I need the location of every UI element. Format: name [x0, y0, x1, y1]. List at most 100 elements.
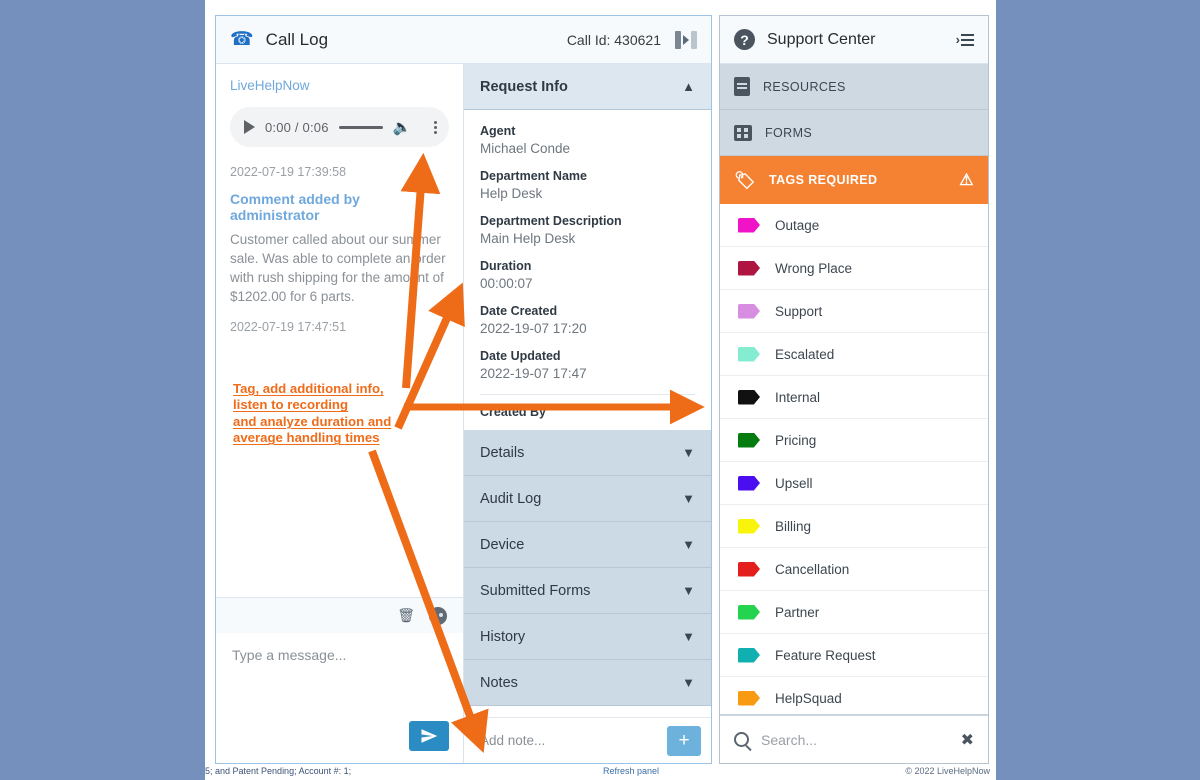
tag-color-swatch: [738, 475, 760, 491]
accordion-header-request-info[interactable]: Request Info ▲: [464, 64, 711, 110]
accordion-header-history[interactable]: History ▼: [464, 614, 711, 660]
list-item[interactable]: Cancellation: [720, 548, 988, 591]
list-item[interactable]: Upsell: [720, 462, 988, 505]
footer-account-text: 5; and Patent Pending; Account #: 1;: [205, 766, 352, 776]
question-mark-icon: ?: [734, 29, 755, 50]
tag-list: Outage Wrong Place Support Escalated Int…: [720, 204, 988, 715]
sidebar-item-tags-required[interactable]: 🏷 TAGS REQUIRED ⚠: [720, 156, 988, 204]
panel-toggle-icon[interactable]: [675, 30, 697, 49]
support-center-title: Support Center: [767, 30, 876, 48]
field-department-name: Department Name Help Desk: [480, 169, 695, 201]
accordion-header-device[interactable]: Device ▼: [464, 522, 711, 568]
tag-label: Feature Request: [775, 647, 876, 663]
field-value: 2022-19-07 17:20: [480, 321, 587, 336]
accordion-header-notes[interactable]: Notes ▼: [464, 660, 711, 706]
forms-grid-icon: [734, 124, 752, 141]
audio-time: 0:00 / 0:06: [265, 119, 329, 135]
field-duration: Duration 00:00:07: [480, 259, 695, 291]
tag-label: Escalated: [775, 346, 835, 362]
list-item[interactable]: Outage: [720, 204, 988, 247]
call-id-label: Call Id: 430621: [566, 31, 661, 48]
accordion-label-history: History: [480, 628, 526, 645]
list-item[interactable]: Feature Request: [720, 634, 988, 677]
tag-color-swatch: [738, 647, 760, 663]
field-date-created: Date Created 2022-19-07 17:20: [480, 304, 695, 336]
emoji-icon[interactable]: [429, 606, 447, 625]
footer: 5; and Patent Pending; Account #: 1; Ref…: [205, 765, 996, 780]
field-label: Date Created: [480, 304, 558, 318]
list-item[interactable]: Internal: [720, 376, 988, 419]
accordion-header-submitted-forms[interactable]: Submitted Forms ▼: [464, 568, 711, 614]
search-icon: [734, 732, 749, 747]
play-icon[interactable]: [244, 120, 255, 134]
volume-icon[interactable]: 🔈: [393, 120, 412, 135]
call-log-panel: ☎ Call Log Call Id: 430621 LiveHelpNow 0…: [215, 15, 712, 764]
document-icon: [734, 77, 750, 96]
accordion-label-device: Device: [480, 536, 525, 553]
audio-progress-track[interactable]: [338, 125, 383, 129]
tag-label: Pricing: [775, 432, 817, 448]
more-vertical-icon[interactable]: [434, 120, 437, 134]
tag-search-bar: ✖: [720, 715, 988, 763]
search-input[interactable]: [761, 731, 949, 748]
field-label: Department Description: [480, 214, 622, 228]
accordion-header-audit-log[interactable]: Audit Log ▼: [464, 476, 711, 522]
message-composer: [216, 633, 463, 763]
chevron-down-icon: ▼: [682, 537, 695, 552]
field-label: Date Updated: [480, 349, 561, 363]
sidebar-item-label-forms: FORMS: [765, 125, 813, 140]
entry-timestamp: 2022-07-19 17:39:58: [230, 165, 347, 179]
divider: [480, 394, 695, 395]
send-button[interactable]: [409, 721, 449, 751]
list-item[interactable]: Partner: [720, 591, 988, 634]
chevron-down-icon: ▼: [682, 675, 695, 690]
tag-color-swatch: [738, 303, 760, 319]
tag-label: Support: [775, 303, 823, 319]
tag-label: Upsell: [775, 475, 813, 491]
close-icon[interactable]: ✖: [961, 730, 974, 750]
chevron-down-icon: ▼: [682, 445, 695, 460]
accordion-header-details[interactable]: Details ▼: [464, 430, 711, 476]
tag-label: Partner: [775, 604, 820, 620]
field-value: 00:00:07: [480, 276, 533, 291]
list-item[interactable]: Wrong Place: [720, 247, 988, 290]
footer-copyright: © 2022 LiveHelpNow: [905, 766, 990, 776]
tag-color-swatch: [738, 346, 760, 362]
field-value: 2022-19-07 17:47: [480, 366, 587, 381]
panel-toggle-bar-left: [675, 30, 681, 49]
field-label: Agent: [480, 124, 516, 138]
refresh-panel-link[interactable]: Refresh panel: [603, 766, 659, 776]
add-note-input[interactable]: [480, 733, 667, 748]
call-log-title: Call Log: [265, 29, 329, 49]
panel-toggle-arrow: [683, 34, 689, 45]
audio-player[interactable]: 0:00 / 0:06 🔈: [230, 107, 449, 147]
tag-color-swatch: [738, 432, 760, 448]
send-icon: [421, 729, 438, 743]
accordion-column: Request Info ▲ Agent Michael Conde Depar…: [464, 64, 711, 763]
entry-body: Customer called about our summer sale. W…: [230, 232, 446, 304]
chevron-up-icon: ▲: [682, 79, 695, 94]
list-item[interactable]: HelpSquad: [720, 677, 988, 714]
add-note-button[interactable]: +: [667, 725, 701, 756]
field-label: Department Name: [480, 169, 587, 183]
list-item[interactable]: Billing: [720, 505, 988, 548]
list-item[interactable]: Escalated: [720, 333, 988, 376]
transcript-column: LiveHelpNow 0:00 / 0:06 🔈 2022-07-19 17:…: [216, 64, 464, 763]
collapse-lines: [961, 33, 974, 46]
tag-label: Wrong Place: [775, 260, 853, 276]
list-item[interactable]: Pricing: [720, 419, 988, 462]
field-date-updated: Date Updated 2022-19-07 17:47: [480, 349, 695, 381]
entry-timestamp-2: 2022-07-19 17:47:51: [230, 320, 347, 334]
collapse-panel-icon[interactable]: ›: [956, 32, 974, 47]
composer-toolbar: 🗑: [216, 597, 463, 633]
sidebar-item-forms[interactable]: FORMS: [720, 110, 988, 156]
field-value: Help Desk: [480, 186, 543, 201]
list-item[interactable]: Support: [720, 290, 988, 333]
transcript-scroll[interactable]: LiveHelpNow 0:00 / 0:06 🔈 2022-07-19 17:…: [216, 64, 463, 597]
field-created-by-label: Created By: [480, 405, 546, 419]
sidebar-item-label-resources: RESOURCES: [763, 79, 846, 94]
tag-color-swatch: [738, 561, 760, 577]
trash-icon[interactable]: 🗑: [397, 607, 415, 624]
request-info-body: Agent Michael Conde Department Name Help…: [464, 110, 711, 430]
sidebar-item-resources[interactable]: RESOURCES: [720, 64, 988, 110]
